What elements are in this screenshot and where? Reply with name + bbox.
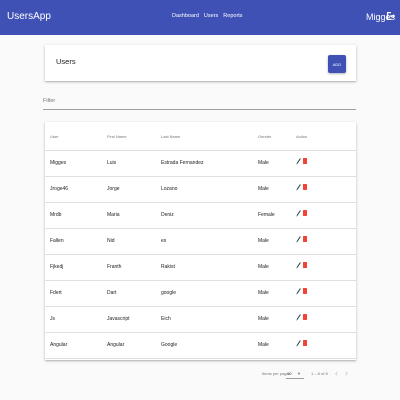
nav-dashboard[interactable]: Dashboard [172, 13, 199, 19]
trash-icon[interactable] [303, 314, 307, 320]
cell-user: Fallen [50, 238, 64, 244]
table-row: Migges Luis Estrada Fernandez Male [45, 150, 356, 177]
column-header-gender[interactable]: Gender [258, 134, 271, 139]
pencil-icon[interactable] [296, 184, 301, 191]
cell-gender: Male [258, 186, 269, 192]
table-row: Js Javascript Eich Male [45, 306, 356, 333]
pencil-icon[interactable] [296, 340, 301, 347]
cell-first-name: Jorge [107, 186, 120, 192]
cell-first-name: Javascript [107, 316, 130, 322]
cell-user: Migges [50, 160, 67, 166]
cell-first-name: Nid [107, 238, 115, 244]
table-row: Fdert Dart google Male [45, 280, 356, 307]
cell-first-name: Franth [107, 264, 122, 270]
cell-user: Jroge46 [50, 186, 69, 192]
cell-user: Angular [50, 342, 68, 348]
cell-last-name: es [161, 238, 167, 244]
trash-icon[interactable] [303, 262, 307, 268]
paginator: Items per page: 10 ▼ 1 – 8 of 8 ‹ › [45, 366, 356, 382]
pencil-icon[interactable] [296, 236, 301, 243]
column-header-first-name[interactable]: First Name [107, 134, 127, 139]
filter-label: Filter [43, 98, 56, 104]
cell-gender: Female [258, 212, 275, 218]
trash-icon[interactable] [303, 184, 307, 190]
table-row: Fallen Nid es Male [45, 228, 356, 255]
column-header-user[interactable]: User [50, 134, 58, 139]
pencil-icon[interactable] [296, 288, 301, 295]
cell-gender: Male [258, 316, 269, 322]
cell-user: Fdert [50, 290, 62, 296]
table-row: Angular Angular Google Male [45, 332, 356, 359]
cell-last-name: Eich [161, 316, 171, 322]
cell-last-name: Deniz [161, 212, 174, 218]
cell-last-name: Google [161, 342, 178, 348]
items-per-page-value: 10 [287, 371, 292, 376]
cell-first-name: Dart [107, 290, 117, 296]
cell-last-name: Rakist [161, 264, 175, 270]
users-title: Users [56, 57, 76, 66]
trash-icon[interactable] [303, 340, 307, 346]
users-table: User First Name Last Name Gender Action … [45, 122, 356, 360]
top-toolbar: UsersApp Dashboard Users Reports Migges [0, 0, 400, 35]
trash-icon[interactable] [303, 236, 307, 242]
chevron-right-icon[interactable]: › [345, 368, 348, 378]
cell-first-name: Angular [107, 342, 125, 348]
pencil-icon[interactable] [296, 158, 301, 165]
cell-user: Fjkedj [50, 264, 64, 270]
main-nav: Dashboard Users Reports [172, 13, 243, 19]
cell-gender: Male [258, 238, 269, 244]
cell-last-name: Estrada Fernandez [161, 160, 204, 166]
items-per-page-select[interactable]: 10 ▼ [286, 368, 304, 379]
cell-gender: Male [258, 342, 269, 348]
dropdown-arrow-icon: ▼ [297, 371, 301, 376]
pencil-icon[interactable] [296, 314, 301, 321]
table-row: Jroge46 Jorge Lozano Male [45, 176, 356, 203]
nav-users[interactable]: Users [204, 13, 218, 19]
trash-icon[interactable] [303, 210, 307, 216]
cell-gender: Male [258, 264, 269, 270]
cell-gender: Male [258, 160, 269, 166]
cell-user: Mrdb [50, 212, 62, 218]
page-range: 1 – 8 of 8 [311, 371, 328, 376]
column-header-last-name[interactable]: Last Name [161, 134, 180, 139]
chevron-left-icon[interactable]: ‹ [335, 368, 338, 378]
users-card: Users ADD [45, 45, 356, 81]
add-user-button[interactable]: ADD [328, 55, 346, 73]
filter-input[interactable]: Filter [43, 96, 356, 110]
pencil-icon[interactable] [296, 210, 301, 217]
cell-last-name: Lozano [161, 186, 178, 192]
cell-last-name: google [161, 290, 177, 296]
app-title[interactable]: UsersApp [7, 11, 51, 22]
nav-reports[interactable]: Reports [223, 13, 242, 19]
logout-icon[interactable] [386, 11, 396, 21]
cell-user: Js [50, 316, 55, 322]
trash-icon[interactable] [303, 288, 307, 294]
column-header-action: Action [296, 134, 308, 139]
table-row: Mrdb Maria Deniz Female [45, 202, 356, 229]
trash-icon[interactable] [303, 158, 307, 164]
table-header-row: User First Name Last Name Gender Action [45, 122, 356, 151]
table-row: Fjkedj Franth Rakist Male [45, 254, 356, 281]
pencil-icon[interactable] [296, 262, 301, 269]
cell-gender: Male [258, 290, 269, 296]
cell-first-name: Luis [107, 160, 117, 166]
cell-first-name: Maria [107, 212, 120, 218]
